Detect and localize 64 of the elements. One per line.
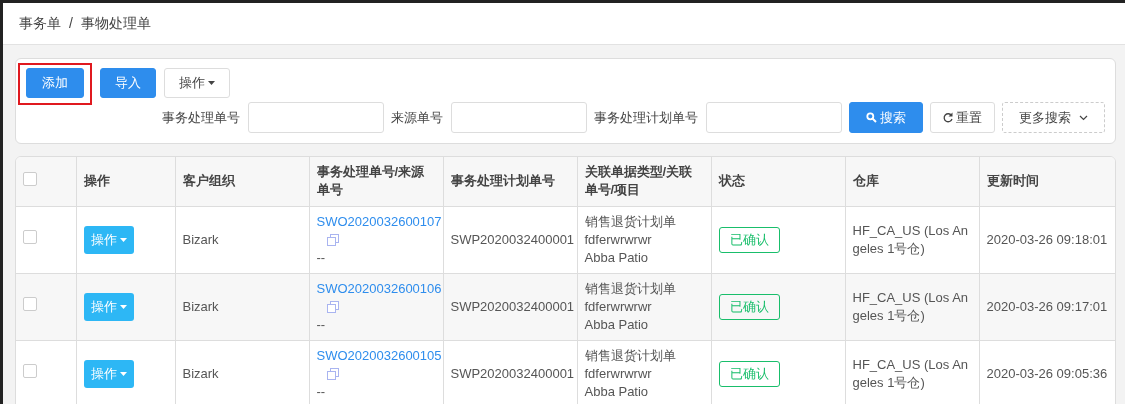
filter-label: 来源单号 bbox=[391, 108, 443, 127]
related-text: Abba Patio bbox=[584, 249, 649, 265]
refresh-icon bbox=[943, 112, 953, 123]
column-header: 仓库 bbox=[845, 157, 979, 206]
table-cell: HF_CA_US (Los Angeles 1号仓) bbox=[845, 273, 979, 340]
source-number: -- bbox=[316, 316, 326, 332]
order-link[interactable]: SWO2020032600107 bbox=[316, 213, 442, 229]
action-dropdown-button[interactable]: 操作 bbox=[83, 359, 134, 388]
copy-icon[interactable] bbox=[326, 234, 339, 247]
status-tag: 已确认 bbox=[718, 293, 780, 320]
search-icon bbox=[866, 112, 877, 123]
breadcrumb-item: 事物处理单 bbox=[80, 14, 151, 33]
table-cell: Bizark bbox=[175, 206, 309, 273]
table-cell: SWP2020032400001 bbox=[443, 206, 577, 273]
input-field[interactable] bbox=[248, 102, 384, 133]
dropdown-button[interactable]: 操作 bbox=[164, 68, 230, 98]
order-link[interactable]: SWO2020032600105 bbox=[316, 347, 442, 363]
input-field[interactable] bbox=[451, 102, 587, 133]
breadcrumb-separator: / bbox=[69, 14, 73, 33]
column-header: 事务处理单号/来源单号 bbox=[309, 157, 443, 206]
caret-icon bbox=[119, 304, 127, 309]
related-text: fdferwrwrwr bbox=[584, 298, 652, 314]
chevron-down-icon bbox=[1079, 114, 1088, 121]
order-link[interactable]: SWO2020032600106 bbox=[316, 280, 442, 296]
more-search-button[interactable]: 更多搜索 bbox=[1002, 102, 1105, 133]
table-cell: HF_CA_US (Los Angeles 1号仓) bbox=[845, 206, 979, 273]
filter-label: 事务处理计划单号 bbox=[594, 108, 698, 127]
related-text: fdferwrwrwr bbox=[584, 231, 652, 247]
source-number: -- bbox=[316, 383, 326, 399]
breadcrumb-item[interactable]: 事务单 bbox=[19, 13, 61, 34]
column-header: 更新时间 bbox=[979, 157, 1115, 206]
input-field[interactable] bbox=[706, 102, 842, 133]
column-header: 关联单据类型/关联单号/项目 bbox=[577, 157, 711, 206]
related-text: Abba Patio bbox=[584, 316, 649, 332]
search-button[interactable]: 搜索 bbox=[849, 102, 923, 133]
caret-icon bbox=[119, 237, 127, 242]
action-dropdown-button[interactable]: 操作 bbox=[83, 225, 134, 254]
add-button[interactable]: 添加 bbox=[26, 67, 84, 98]
source-number: -- bbox=[316, 249, 326, 265]
column-header: 事务处理计划单号 bbox=[443, 157, 577, 206]
caret-icon bbox=[208, 81, 215, 85]
related-text: Abba Patio bbox=[584, 383, 649, 399]
copy-icon[interactable] bbox=[326, 368, 339, 381]
column-header: 操作 bbox=[76, 157, 175, 206]
status-tag: 已确认 bbox=[718, 226, 780, 253]
related-text: 销售退货计划单 bbox=[584, 213, 676, 229]
related-text: 销售退货计划单 bbox=[584, 347, 676, 363]
row-checkbox[interactable] bbox=[23, 297, 37, 311]
status-tag: 已确认 bbox=[718, 360, 780, 387]
caret-icon bbox=[119, 371, 127, 376]
copy-icon[interactable] bbox=[326, 301, 339, 314]
row-checkbox[interactable] bbox=[23, 364, 37, 378]
table-cell: Bizark bbox=[175, 273, 309, 340]
related-text: fdferwrwrwr bbox=[584, 365, 652, 381]
action-dropdown-button[interactable]: 操作 bbox=[83, 292, 134, 321]
column-header: 状态 bbox=[711, 157, 845, 206]
reset-button[interactable]: 重置 bbox=[930, 102, 995, 133]
select-all-checkbox[interactable] bbox=[23, 171, 37, 186]
filter-label: 事务处理单号 bbox=[162, 108, 240, 127]
column-header: 客户组织 bbox=[175, 157, 309, 206]
related-text: 销售退货计划单 bbox=[584, 280, 676, 296]
row-checkbox[interactable] bbox=[23, 230, 37, 244]
import-button[interactable]: 导入 bbox=[100, 68, 156, 98]
table-cell: SWP2020032400001 bbox=[443, 273, 577, 340]
